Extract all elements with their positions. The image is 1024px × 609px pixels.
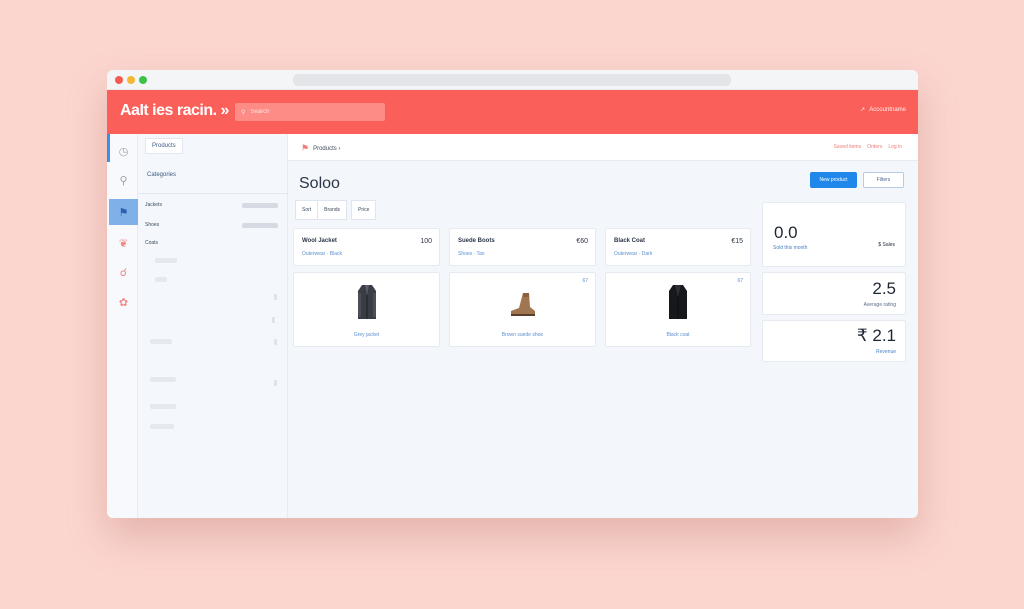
summary-card-price: €60 bbox=[576, 238, 588, 245]
product-card[interactable]: 67 Black coat bbox=[605, 272, 751, 347]
window-titlebar bbox=[107, 70, 918, 90]
stat-card: 0.0 Sold this month $ Sales bbox=[762, 202, 906, 267]
stat-label: Revenue bbox=[875, 349, 896, 355]
address-bar[interactable] bbox=[293, 74, 731, 86]
sidebar-item[interactable]: Coats bbox=[145, 240, 278, 248]
breadcrumb-label: Products › bbox=[313, 145, 341, 152]
sidebar-item[interactable]: Jackets bbox=[145, 202, 278, 210]
search-box[interactable]: ⚲ bbox=[235, 103, 385, 121]
summary-card-subtitle: Outerwear · Dark bbox=[614, 251, 653, 257]
search-icon: ⚲ bbox=[241, 109, 246, 116]
tag-icon[interactable]: ⚑ bbox=[109, 199, 138, 225]
summary-card-price: 100 bbox=[420, 238, 432, 245]
summary-card-name: Wool Jacket bbox=[302, 238, 337, 244]
filter-group: Sort Brands bbox=[295, 200, 348, 220]
sidebar-section-title[interactable]: Categories bbox=[147, 172, 176, 178]
app-header: AaIt ies racin. » ⚲ ➚ Accountname bbox=[107, 90, 918, 134]
icon-rail: ◷ ⚲ ⚑ ❦ ☌ ✿ bbox=[107, 134, 138, 518]
pin-icon[interactable]: ☌ bbox=[109, 259, 138, 285]
product-caption: Brown suede shoe bbox=[501, 332, 544, 338]
home-icon[interactable]: ◷ bbox=[109, 138, 138, 164]
filter-bar: Sort Brands Price bbox=[295, 200, 377, 220]
sidebar-item[interactable]: Shoes bbox=[145, 222, 278, 230]
sidebar-placeholder bbox=[155, 277, 167, 282]
summary-card[interactable]: Wool Jacket 100 Outerwear · Black bbox=[293, 228, 440, 266]
product-badge: 67 bbox=[582, 278, 588, 284]
filters-button[interactable]: Filters bbox=[863, 172, 904, 188]
summary-card[interactable]: Suede Boots €60 Shoes · Tan bbox=[449, 228, 596, 266]
sidebar-placeholder bbox=[150, 339, 172, 344]
brand-logo[interactable]: AaIt ies racin. » bbox=[120, 102, 229, 120]
product-card[interactable]: 67 Brown suede shoe bbox=[449, 272, 596, 347]
sidebar-item-value bbox=[242, 203, 278, 208]
stat-value: ₹ 2.1 bbox=[856, 326, 896, 345]
summary-card-subtitle: Outerwear · Black bbox=[302, 251, 343, 257]
sidebar-placeholder bbox=[155, 258, 177, 263]
search-input[interactable] bbox=[250, 109, 371, 115]
page-title: Soloo bbox=[299, 175, 340, 192]
orders-link[interactable]: Orders bbox=[867, 144, 882, 150]
shoe-image bbox=[510, 293, 535, 316]
login-link[interactable]: Log in bbox=[888, 144, 902, 150]
stat-label: Average rating bbox=[863, 302, 896, 308]
sidebar-placeholder bbox=[150, 377, 176, 382]
stat-secondary-label: $ Sales bbox=[878, 242, 895, 248]
stat-card: 2.5 Average rating bbox=[762, 272, 906, 315]
heart-icon[interactable]: ❦ bbox=[109, 230, 138, 256]
sidebar-placeholder bbox=[274, 339, 277, 345]
subheader-links: Saved items Orders Log in bbox=[834, 144, 902, 150]
maximize-window-button[interactable] bbox=[139, 76, 147, 84]
summary-card-price: €15 bbox=[731, 238, 743, 245]
sidebar: Products Categories Jackets Shoes Coats bbox=[138, 134, 288, 518]
sidebar-placeholder bbox=[150, 404, 176, 409]
browser-window: AaIt ies racin. » ⚲ ➚ Accountname ◷ ⚲ ⚑ … bbox=[107, 70, 918, 518]
saved-items-link[interactable]: Saved items bbox=[834, 144, 862, 150]
filter-sort[interactable]: Sort bbox=[296, 201, 319, 219]
sidebar-placeholder bbox=[274, 294, 277, 300]
tag-icon: ⚑ bbox=[301, 143, 310, 153]
summary-card-subtitle: Shoes · Tan bbox=[458, 251, 485, 257]
filter-brands[interactable]: Brands bbox=[318, 201, 347, 219]
sidebar-placeholder bbox=[274, 380, 277, 386]
new-product-button[interactable]: New product bbox=[810, 172, 857, 188]
product-caption: Black coat bbox=[666, 332, 690, 338]
product-caption: Grey jacket bbox=[353, 332, 380, 338]
sidebar-tab-products[interactable]: Products bbox=[145, 138, 183, 154]
close-window-button[interactable] bbox=[115, 76, 123, 84]
product-card[interactable]: Grey jacket bbox=[293, 272, 440, 347]
summary-card[interactable]: Black Coat €15 Outerwear · Dark bbox=[605, 228, 751, 266]
coat-image bbox=[669, 285, 687, 319]
summary-card-name: Suede Boots bbox=[458, 238, 495, 244]
jacket-image bbox=[357, 285, 376, 319]
account-link[interactable]: ➚ Accountname bbox=[860, 106, 906, 114]
minimize-window-button[interactable] bbox=[127, 76, 135, 84]
arrow-icon: ➚ bbox=[860, 107, 866, 113]
sidebar-item-value bbox=[242, 223, 278, 228]
subheader: ⚑ Products › Saved items Orders Log in bbox=[288, 134, 918, 161]
gift-icon[interactable]: ✿ bbox=[109, 289, 138, 315]
product-badge: 67 bbox=[737, 278, 743, 284]
summary-card-name: Black Coat bbox=[614, 238, 646, 244]
sidebar-item-label: Shoes bbox=[145, 222, 160, 228]
stat-value: 0.0 bbox=[774, 223, 798, 242]
stat-label: Sold this month bbox=[773, 245, 808, 251]
sidebar-divider bbox=[138, 193, 288, 194]
account-label: Accountname bbox=[869, 106, 906, 113]
bag-icon[interactable]: ⚲ bbox=[109, 167, 138, 193]
sidebar-placeholder bbox=[272, 317, 275, 323]
breadcrumb[interactable]: ⚑ Products › bbox=[301, 143, 340, 154]
filter-price[interactable]: Price bbox=[351, 200, 377, 220]
stat-value: 2.5 bbox=[872, 279, 896, 298]
sidebar-item-label: Coats bbox=[145, 240, 159, 246]
stat-card: ₹ 2.1 Revenue bbox=[762, 320, 906, 362]
sidebar-placeholder bbox=[150, 424, 174, 429]
sidebar-item-label: Jackets bbox=[145, 202, 162, 208]
